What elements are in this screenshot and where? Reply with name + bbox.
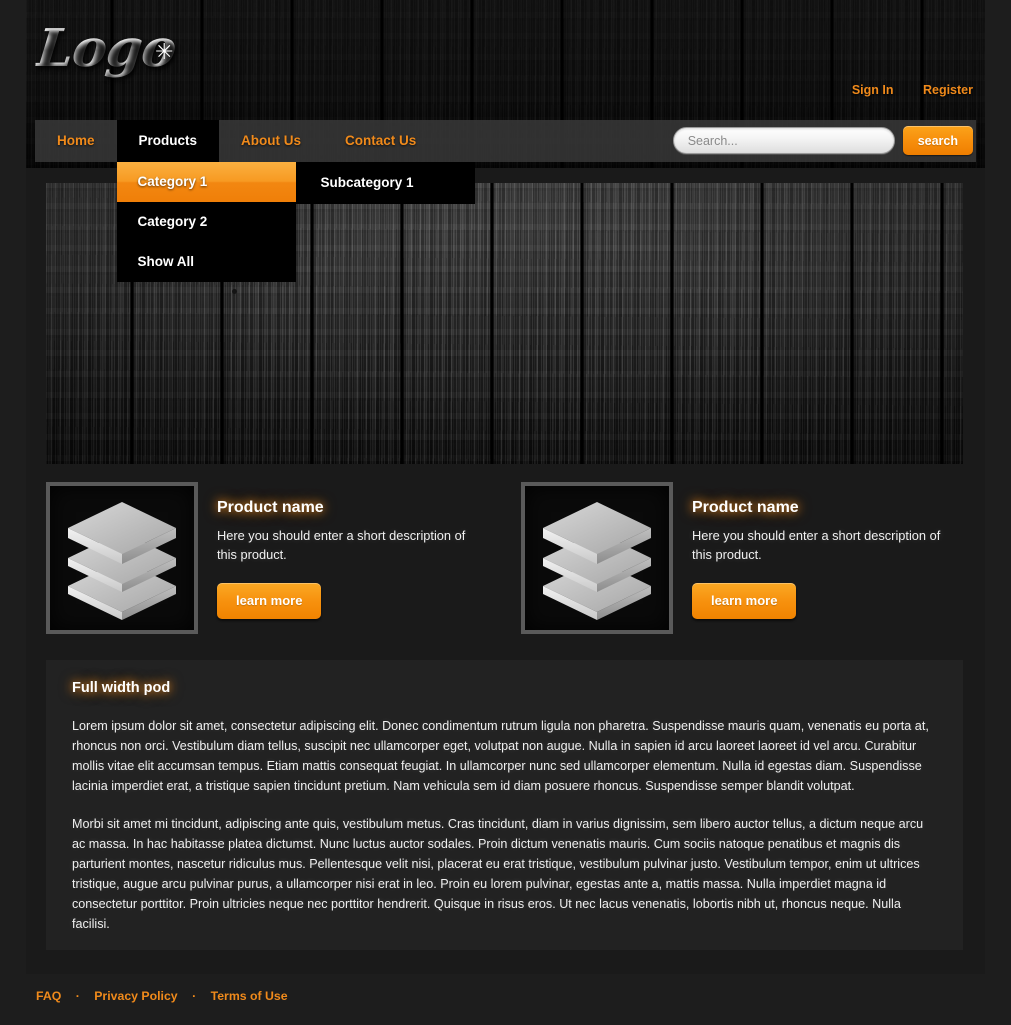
product-title: Product name bbox=[217, 499, 324, 516]
main-content: Product name Here you should enter a sho… bbox=[26, 168, 985, 974]
register-link[interactable]: Register bbox=[923, 83, 973, 97]
page-left-gutter bbox=[0, 0, 26, 1025]
account-links: Sign In Register bbox=[826, 83, 973, 97]
product-pods: Product name Here you should enter a sho… bbox=[46, 482, 963, 642]
sign-in-link[interactable]: Sign In bbox=[852, 83, 894, 97]
dropdown-item-show-all: Show All bbox=[117, 242, 296, 282]
product-body: Product name Here you should enter a sho… bbox=[692, 482, 963, 642]
nav-item-contact-us: Contact Us bbox=[323, 120, 438, 162]
learn-more-button[interactable]: learn more bbox=[217, 583, 322, 619]
full-width-pod-title: Full width pod bbox=[72, 680, 171, 696]
nav-item-products: Products Category 1 Subcategory 1 Catego… bbox=[116, 120, 475, 282]
full-width-pod-paragraph: Lorem ipsum dolor sit amet, consectetur … bbox=[72, 719, 929, 793]
products-dropdown-menu: Category 1 Subcategory 1 Category 2 Show… bbox=[116, 162, 475, 282]
learn-more-button[interactable]: learn more bbox=[692, 583, 797, 619]
site-footer: FAQ · Privacy Policy · Terms of Use bbox=[0, 974, 1011, 1025]
full-width-pod-paragraph: Morbi sit amet mi tincidunt, adipiscing … bbox=[72, 817, 924, 931]
product-body: Product name Here you should enter a sho… bbox=[217, 482, 488, 642]
product-thumbnail[interactable] bbox=[521, 482, 673, 634]
footer-separator: · bbox=[75, 989, 80, 1003]
submenu-link-subcategory-1[interactable]: Subcategory 1 bbox=[296, 162, 475, 204]
footer-links: FAQ · Privacy Policy · Terms of Use bbox=[36, 989, 288, 1003]
search-input[interactable] bbox=[672, 127, 895, 154]
product-pod: Product name Here you should enter a sho… bbox=[521, 482, 963, 642]
product-thumbnail[interactable] bbox=[46, 482, 198, 634]
category-1-submenu: Subcategory 1 bbox=[295, 162, 475, 204]
footer-link-privacy-policy[interactable]: Privacy Policy bbox=[94, 989, 177, 1003]
dropdown-item-category-2: Category 2 bbox=[117, 202, 296, 242]
page-right-gutter bbox=[985, 0, 1011, 1025]
hero-knot-detail bbox=[232, 289, 237, 294]
full-width-pod: Full width pod Lorem ipsum dolor sit ame… bbox=[46, 660, 963, 950]
nav-link-home[interactable]: Home bbox=[35, 120, 117, 162]
nav-item-about-us: About Us bbox=[219, 120, 323, 162]
site-logo[interactable]: Logo ✳ bbox=[34, 18, 237, 88]
submenu-item-subcategory-1: Subcategory 1 bbox=[296, 162, 475, 204]
nav-link-products[interactable]: Products bbox=[116, 120, 220, 162]
footer-link-faq[interactable]: FAQ bbox=[36, 989, 61, 1003]
product-description: Here you should enter a short descriptio… bbox=[692, 528, 941, 562]
nav-item-home: Home bbox=[35, 120, 117, 162]
footer-separator: · bbox=[192, 989, 197, 1003]
nav-link-about-us[interactable]: About Us bbox=[219, 120, 323, 162]
dropdown-item-category-1: Category 1 Subcategory 1 bbox=[116, 162, 475, 204]
dropdown-link-category-2[interactable]: Category 2 bbox=[117, 202, 296, 242]
stacked-layers-icon bbox=[68, 502, 176, 620]
product-pod: Product name Here you should enter a sho… bbox=[46, 482, 488, 642]
footer-link-terms-of-use[interactable]: Terms of Use bbox=[211, 989, 288, 1003]
starburst-icon: ✳ bbox=[155, 39, 174, 64]
product-title: Product name bbox=[692, 499, 799, 516]
dropdown-link-show-all[interactable]: Show All bbox=[117, 242, 296, 282]
search-button[interactable]: search bbox=[902, 126, 973, 155]
product-description: Here you should enter a short descriptio… bbox=[217, 528, 466, 562]
dropdown-link-category-1[interactable]: Category 1 bbox=[116, 162, 296, 202]
nav-link-contact-us[interactable]: Contact Us bbox=[323, 120, 438, 162]
search-area: search bbox=[672, 126, 973, 155]
stacked-layers-icon bbox=[543, 502, 651, 620]
